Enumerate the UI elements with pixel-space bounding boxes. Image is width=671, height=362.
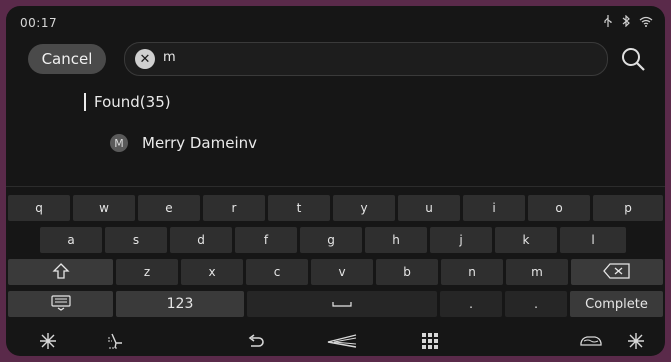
key-k[interactable]: k	[495, 227, 557, 253]
found-label: Found(35)	[94, 93, 171, 111]
key-r[interactable]: r	[203, 195, 265, 221]
usb-icon	[603, 15, 613, 30]
key-c[interactable]: c	[246, 259, 308, 285]
key-v[interactable]: v	[311, 259, 373, 285]
key-t[interactable]: t	[268, 195, 330, 221]
key-n[interactable]: n	[441, 259, 503, 285]
backspace-icon	[602, 262, 632, 283]
key-x[interactable]: x	[181, 259, 243, 285]
key-f[interactable]: f	[235, 227, 297, 253]
back-icon[interactable]	[244, 330, 268, 352]
key-z[interactable]: z	[116, 259, 178, 285]
found-marker	[84, 93, 86, 111]
results-count: Found(35)	[84, 92, 171, 112]
search-icon[interactable]	[618, 44, 648, 74]
list-item[interactable]: M Merry Dameinv	[110, 134, 257, 152]
bluetooth-icon	[621, 14, 631, 30]
key-h[interactable]: h	[365, 227, 427, 253]
keyboard-switch-key[interactable]	[8, 291, 113, 317]
home-icon[interactable]	[322, 330, 362, 352]
clock: 00:17	[20, 16, 58, 30]
bottom-bar	[6, 326, 665, 356]
key-e[interactable]: e	[138, 195, 200, 221]
key-u[interactable]: u	[398, 195, 460, 221]
backspace-key[interactable]	[571, 259, 663, 285]
search-input[interactable]: ✕ m	[124, 42, 608, 76]
key-d[interactable]: d	[170, 227, 232, 253]
keyboard-icon	[50, 294, 71, 314]
apps-icon[interactable]	[418, 330, 442, 352]
space-icon	[332, 297, 352, 311]
space-key[interactable]	[247, 291, 437, 317]
key-o[interactable]: o	[528, 195, 590, 221]
key-y[interactable]: y	[333, 195, 395, 221]
screen: 00:17 Cancel ✕ m Found(35) M Merry Damei	[6, 6, 665, 356]
shift-key[interactable]	[8, 259, 113, 285]
key-b[interactable]: b	[376, 259, 438, 285]
fan-icon[interactable]	[624, 330, 648, 352]
fan-icon[interactable]	[36, 330, 60, 352]
cancel-button[interactable]: Cancel	[28, 44, 106, 74]
status-bar: 00:17	[6, 6, 665, 38]
seat-airflow-icon[interactable]	[104, 330, 128, 352]
key-a[interactable]: a	[40, 227, 102, 253]
key-q[interactable]: q	[8, 195, 70, 221]
key-p[interactable]: p	[593, 195, 663, 221]
period-key[interactable]: .	[440, 291, 502, 317]
clear-icon[interactable]: ✕	[135, 49, 155, 69]
numbers-key[interactable]: 123	[116, 291, 244, 317]
search-header: Cancel ✕ m	[6, 38, 665, 82]
key-l[interactable]: l	[560, 227, 626, 253]
key-g[interactable]: g	[300, 227, 362, 253]
key-j[interactable]: j	[430, 227, 492, 253]
key-s[interactable]: s	[105, 227, 167, 253]
divider	[6, 186, 665, 187]
key-i[interactable]: i	[463, 195, 525, 221]
key-w[interactable]: w	[73, 195, 135, 221]
contact-name: Merry Dameinv	[142, 134, 258, 152]
wifi-icon	[639, 16, 653, 30]
search-query: m	[163, 50, 176, 65]
shift-icon	[51, 262, 70, 283]
period-key-2[interactable]: .	[505, 291, 567, 317]
complete-button[interactable]: Complete	[570, 291, 663, 317]
contact-badge: M	[110, 134, 128, 152]
key-m[interactable]: m	[506, 259, 568, 285]
car-air-icon[interactable]	[578, 330, 604, 352]
